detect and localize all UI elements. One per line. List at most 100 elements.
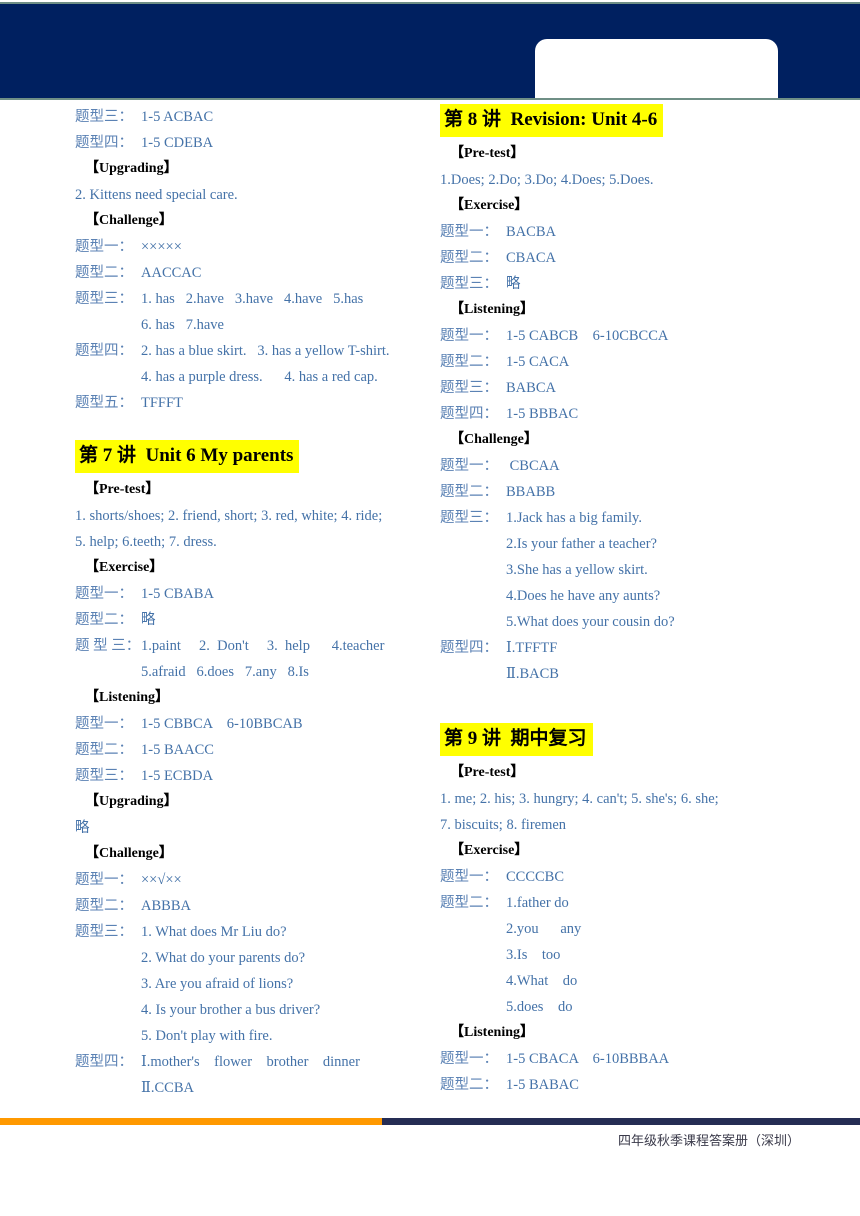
header-banner	[0, 4, 860, 102]
section-heading-exercise: 【Exercise】	[85, 560, 164, 575]
answer-text: BABCA	[506, 380, 556, 396]
answer-line: 题型一： 1-5 CBACA 6-10BBBAA	[440, 1046, 815, 1072]
answer-line: Ⅱ.BACB	[506, 666, 559, 682]
answer-text: BACBA	[506, 224, 556, 240]
question-type-label: 题型三：	[75, 768, 133, 784]
question-type-label: 题型四：	[75, 1054, 133, 1070]
answer-line: 题型三： 1-5 ACBAC	[75, 104, 450, 130]
answer-line: 题型三： BABCA	[440, 375, 815, 401]
answer-line: 4.Does he have any aunts?	[506, 588, 661, 604]
question-type-label: 题型三：	[75, 291, 133, 307]
answer-text: 1-5 CBBCA 6-10BBCAB	[141, 716, 303, 732]
answer-line: 2. Kittens need special care.	[75, 187, 238, 203]
answer-line: 题型一： 1-5 CABCB 6-10CBCCA	[440, 323, 815, 349]
answer-line: 题型三： 1. What does Mr Liu do?	[75, 919, 450, 945]
answer-line: 3.Is too	[506, 947, 561, 963]
answer-text: 略	[506, 276, 521, 292]
answer-text: CBCAA	[506, 458, 560, 474]
answer-line: 5.What does your cousin do?	[506, 614, 675, 630]
answer-text: 2. has a blue skirt. 3. has a yellow T-s…	[141, 343, 390, 359]
answer-line: 题型一： BACBA	[440, 219, 815, 245]
question-type-label: 题型一：	[440, 458, 498, 474]
answer-line: 题型四： Ⅰ.TFFTF	[440, 635, 815, 661]
section-heading-pretest: 【Pre-test】	[85, 482, 160, 497]
question-type-label: 题型二：	[440, 484, 498, 500]
answer-line: 5.afraid 6.does 7.any 8.Is	[141, 664, 309, 680]
answer-text: AACCAC	[141, 265, 202, 281]
answer-line: 题型一： 1-5 CBBCA 6-10BBCAB	[75, 711, 450, 737]
section-heading-listening: 【Listening】	[450, 302, 535, 317]
answer-text: 1-5 CBACA 6-10BBBAA	[506, 1051, 670, 1067]
answer-line: 题型一： CBCAA	[440, 453, 815, 479]
answer-line: 题型三： 1.Jack has a big family.	[440, 505, 815, 531]
answer-line: 题型四： 2. has a blue skirt. 3. has a yellow…	[75, 338, 450, 364]
answer-line: 2. What do your parents do?	[141, 950, 306, 966]
question-type-label: 题型一：	[440, 224, 498, 240]
question-type-label: 题型三：	[75, 924, 133, 940]
question-type-label: 题型一：	[440, 1051, 498, 1067]
footer-bar-orange	[0, 1118, 382, 1125]
answer-text: 1-5 BBBAC	[506, 406, 579, 422]
answer-text: 1. What does Mr Liu do?	[141, 924, 287, 940]
answer-text: CBACA	[506, 250, 556, 266]
answer-line: 4. has a purple dress. 4. has a red cap.	[141, 369, 378, 385]
answer-line: 题型五： TFFFT	[75, 390, 450, 416]
answer-line: 题型二： BBABB	[440, 479, 815, 505]
answer-text: 1-5 ECBDA	[141, 768, 214, 784]
answer-line: 题型二： 1.father do	[440, 890, 815, 916]
question-type-label: 题型四：	[440, 406, 498, 422]
section-heading-listening: 【Listening】	[85, 690, 170, 705]
question-type-label: 题型二：	[75, 265, 133, 281]
page-content: 题型三： 1-5 ACBAC 题型四： 1-5 CDEBA 【Upgrading】 …	[0, 104, 860, 1104]
question-type-label: 题型四：	[75, 135, 133, 151]
answer-line: 6. has 7.have	[141, 317, 224, 333]
answer-text: ×××××	[141, 239, 182, 255]
answer-line: 题型三： 1-5 ECBDA	[75, 763, 450, 789]
section-heading-listening: 【Listening】	[450, 1025, 535, 1040]
footer-bar-navy	[382, 1118, 860, 1125]
section-heading-challenge: 【Challenge】	[85, 846, 173, 861]
question-type-label: 题型四：	[440, 640, 498, 656]
question-type-label: 题型二：	[75, 742, 133, 758]
section-heading-exercise: 【Exercise】	[450, 843, 529, 858]
answer-text: 1. has 2.have 3.have 4.have 5.has	[141, 291, 364, 307]
question-type-label: 题型一：	[75, 586, 133, 602]
question-type-label: 题型二：	[75, 898, 133, 914]
answer-line: 题型三： 1. has 2.have 3.have 4.have 5.has	[75, 286, 450, 312]
answer-line: 5. Don't play with fire.	[141, 1028, 273, 1044]
section-heading-exercise: 【Exercise】	[450, 198, 529, 213]
answer-line: 1. me; 2. his; 3. hungry; 4. can't; 5. s…	[440, 791, 719, 807]
answer-text: 1.Jack has a big family.	[506, 510, 642, 526]
answer-line: 略	[75, 820, 90, 836]
answer-line: 题型二： CBACA	[440, 245, 815, 271]
answer-line: 题型一： ×××××	[75, 234, 450, 260]
question-type-label: 题型三：	[440, 380, 498, 396]
question-type-label: 题型二：	[440, 895, 498, 911]
answer-text: 略	[141, 612, 156, 628]
footer-caption: 四年级秋季课程答案册（深圳）	[617, 1134, 800, 1149]
answer-line: 题型二： 略	[75, 607, 450, 633]
question-type-label: 题型一：	[75, 716, 133, 732]
answer-text: 1-5 BABAC	[506, 1077, 579, 1093]
answer-line: 题型四： 1-5 BBBAC	[440, 401, 815, 427]
answer-line: 题型二： 1-5 BABAC	[440, 1072, 815, 1098]
answer-text: BBABB	[506, 484, 556, 500]
answer-text: 1-5 ACBAC	[141, 109, 214, 125]
answer-text: ABBBA	[141, 898, 191, 914]
answer-text: ××√××	[141, 872, 182, 888]
question-type-label: 题型二：	[440, 354, 498, 370]
answer-line: 题型一： 1-5 CBABA	[75, 581, 450, 607]
question-type-label: 题 型 三：	[75, 638, 141, 654]
answer-line: 题型二： 1-5 BAACC	[75, 737, 450, 763]
left-column: 题型三： 1-5 ACBAC 题型四： 1-5 CDEBA 【Upgrading】 …	[75, 104, 450, 1101]
lecture-heading-9: 第 9 讲 期中复习	[440, 723, 593, 756]
answer-line: 题型四： Ⅰ.mother's flower brother dinner	[75, 1049, 450, 1075]
question-type-label: 题型一：	[75, 239, 133, 255]
answer-line: 7. biscuits; 8. firemen	[440, 817, 567, 833]
answer-text: 1-5 CBABA	[141, 586, 214, 602]
answer-text: 1-5 CABCB 6-10CBCCA	[506, 328, 669, 344]
answer-line: 3.She has a yellow skirt.	[506, 562, 648, 578]
answer-text: 1.father do	[506, 895, 569, 911]
answer-text: Ⅰ.mother's flower brother dinner	[141, 1054, 360, 1070]
answer-line: 4. Is your brother a bus driver?	[141, 1002, 321, 1018]
